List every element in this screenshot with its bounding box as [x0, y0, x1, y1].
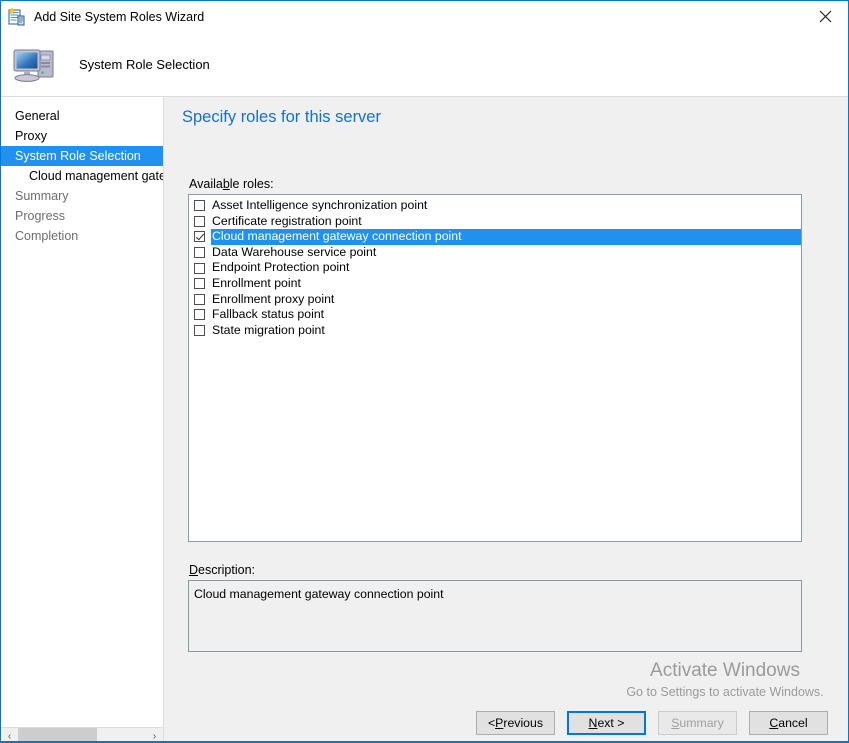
description-box: Cloud management gateway connection poin… — [188, 580, 802, 652]
main-pane: Specify roles for this server Available … — [164, 97, 848, 742]
role-checkbox-checked[interactable] — [194, 231, 205, 243]
role-checkbox[interactable] — [194, 247, 205, 259]
button-bar: < Previous Next > Summary Cancel — [164, 701, 848, 742]
role-checkbox[interactable] — [194, 309, 205, 321]
step-list: General Proxy System Role Selection Clou… — [1, 97, 163, 246]
wizard-window: Add Site System Roles Wizard System Role… — [0, 0, 849, 743]
description-label: Description: — [189, 563, 256, 577]
list-item[interactable]: Enrollment proxy point — [189, 292, 801, 308]
role-label: Cloud management gateway connection poin… — [211, 229, 801, 245]
role-checkbox[interactable] — [194, 262, 205, 274]
watermark-subtitle: Go to Settings to activate Windows. — [626, 685, 824, 699]
role-checkbox[interactable] — [194, 293, 205, 305]
role-label: Fallback status point — [212, 307, 325, 322]
list-item-selected[interactable]: Cloud management gateway connection poin… — [189, 229, 801, 245]
watermark-title: Activate Windows — [650, 660, 800, 681]
header-title: System Role Selection — [79, 57, 210, 72]
activate-windows-watermark: Activate Windows Go to Settings to activ… — [610, 659, 840, 701]
wizard-steps-sidebar: General Proxy System Role Selection Clou… — [1, 97, 164, 742]
sidebar-item-proxy[interactable]: Proxy — [1, 126, 163, 146]
role-label: Asset Intelligence synchronization point — [212, 198, 428, 212]
role-checkbox[interactable] — [194, 325, 205, 337]
sidebar-item-general[interactable]: General — [1, 106, 163, 126]
list-item[interactable]: Asset Intelligence synchronization point — [189, 198, 801, 214]
list-item[interactable]: Endpoint Protection point — [189, 260, 801, 276]
role-label: Enrollment proxy point — [212, 291, 335, 306]
close-icon[interactable] — [802, 1, 848, 32]
header-band: System Role Selection — [1, 33, 848, 96]
cancel-button[interactable]: Cancel — [749, 711, 828, 735]
sidebar-item-completion[interactable]: Completion — [1, 226, 163, 246]
page-title: Specify roles for this server — [182, 108, 381, 126]
sidebar-item-system-role-selection[interactable]: System Role Selection — [1, 146, 163, 166]
role-checkbox[interactable] — [194, 215, 205, 227]
description-text: Cloud management gateway connection poin… — [194, 587, 444, 601]
next-button[interactable]: Next > — [567, 711, 646, 735]
title-bar: Add Site System Roles Wizard — [1, 1, 848, 33]
sidebar-item-progress[interactable]: Progress — [1, 206, 163, 226]
list-item[interactable]: Certificate registration point — [189, 214, 801, 230]
summary-button: Summary — [658, 711, 737, 735]
wizard-body: General Proxy System Role Selection Clou… — [1, 96, 848, 742]
role-checkbox[interactable] — [194, 278, 205, 290]
role-label: State migration point — [212, 322, 325, 337]
role-label: Certificate registration point — [212, 213, 362, 228]
previous-button[interactable]: < Previous — [476, 711, 555, 735]
role-checkbox[interactable] — [194, 200, 205, 212]
computer-icon — [11, 43, 59, 87]
list-item[interactable]: State migration point — [189, 323, 801, 339]
sidebar-item-cloud-management-gateway[interactable]: Cloud management gate — [1, 166, 163, 186]
window-accent-rule — [1, 741, 848, 742]
available-roles-label: Available roles: — [189, 177, 274, 191]
role-label: Data Warehouse service point — [212, 244, 377, 259]
sidebar-item-summary[interactable]: Summary — [1, 186, 163, 206]
window-title: Add Site System Roles Wizard — [34, 9, 205, 24]
wizard-document-icon — [7, 7, 27, 27]
list-item[interactable]: Enrollment point — [189, 276, 801, 292]
role-label: Enrollment point — [212, 275, 301, 290]
available-roles-list[interactable]: Asset Intelligence synchronization point… — [188, 194, 802, 542]
list-item[interactable]: Data Warehouse service point — [189, 245, 801, 261]
role-label: Endpoint Protection point — [212, 260, 350, 275]
list-item[interactable]: Fallback status point — [189, 307, 801, 323]
